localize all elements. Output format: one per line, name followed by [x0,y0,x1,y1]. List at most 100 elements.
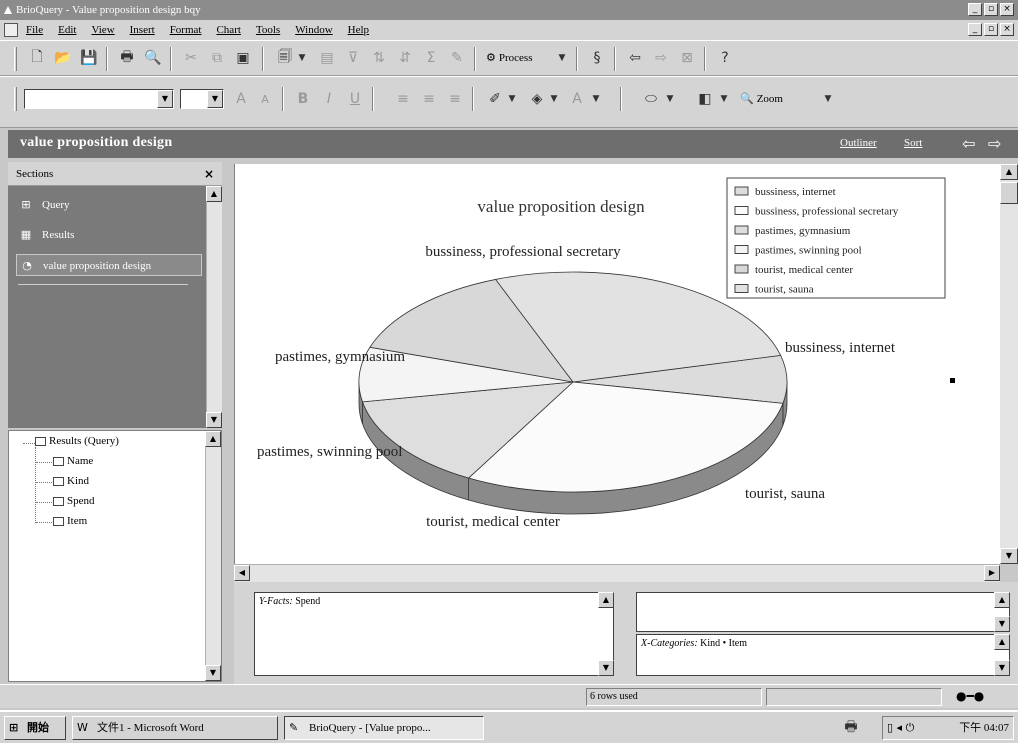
doc-minimize-button[interactable]: _ [968,23,982,36]
scroll-down-button[interactable]: ▼ [205,665,221,681]
grow-font-icon[interactable]: A [230,88,252,110]
chevron-down-icon[interactable]: ▼ [296,47,308,69]
tree-node-spend[interactable]: Spend [53,495,95,507]
outliner-link[interactable]: Outliner [840,137,877,149]
underline-icon[interactable]: U [344,88,366,110]
italic-icon[interactable]: I [318,88,340,110]
scroll-up-button[interactable]: ▲ [205,431,221,447]
filter-icon[interactable]: ⊽ [342,47,364,69]
bold-icon[interactable]: B [292,88,314,110]
process-button[interactable]: ⚙ Process [486,47,532,69]
save-icon[interactable]: 💾 [78,47,100,69]
align-center-icon[interactable]: ≡ [418,88,440,110]
print-icon[interactable]: 🖶 [116,47,138,69]
font-color-icon[interactable]: A [566,88,588,110]
sections-close-button[interactable]: × [204,162,214,186]
forward-icon[interactable]: ⇨ [650,47,672,69]
scroll-down-button[interactable]: ▼ [1000,548,1018,564]
chart-canvas[interactable]: bussiness, internet bussiness, profession… [234,164,954,564]
printer-tray-icon[interactable]: 🖶 [840,717,862,739]
scroll-up-button[interactable]: ▲ [994,634,1010,650]
menu-tools[interactable]: Tools [256,24,280,36]
menu-view[interactable]: View [91,24,114,36]
scroll-down-button[interactable]: ▼ [598,660,614,676]
chevron-down-icon[interactable]: ▼ [548,88,560,110]
scroll-left-button[interactable]: ◀ [234,565,250,581]
sum-icon[interactable]: Σ [420,47,442,69]
section-item-results[interactable]: ▦ Results [16,224,196,246]
minimize-button[interactable]: _ [968,3,982,16]
x-categories-value[interactable]: Kind • Item [700,638,747,649]
tray-icons[interactable]: ▯ ◂ ⏻ [887,717,914,739]
align-left-icon[interactable]: ≡ [392,88,414,110]
back-icon[interactable]: ⇦ [624,47,646,69]
tree-node-item[interactable]: Item [53,515,87,527]
tree-node-name[interactable]: Name [53,455,93,467]
tree-node-results[interactable]: Results (Query) [35,435,119,447]
toolbar-grip[interactable] [14,47,17,71]
scroll-up-button[interactable]: ▲ [994,592,1010,608]
font-size-select[interactable]: ▼ [180,89,224,109]
close-button[interactable]: × [1000,3,1014,16]
font-name-select[interactable]: ▼ [24,89,174,109]
chevron-down-icon[interactable]: ▼ [556,47,568,69]
tree-node-kind[interactable]: Kind [53,475,89,487]
scroll-down-button[interactable]: ▼ [994,616,1010,632]
back-arrow-icon[interactable]: ⇦ [962,134,975,153]
open-icon[interactable]: 📂 [52,47,74,69]
y-facts-value[interactable]: Spend [295,596,320,607]
fill-color-icon[interactable]: ◈ [526,88,548,110]
tree-scrollbar[interactable]: ▲ ▼ [205,431,221,681]
shrink-font-icon[interactable]: A [254,88,276,110]
document-icon[interactable] [4,23,18,37]
chart-vertical-scrollbar[interactable]: ▲ ▼ [1000,164,1018,564]
section-icon[interactable]: 🗐 [274,47,296,69]
section-item-chart[interactable]: ◔ value proposition design [16,254,202,276]
section-item-query[interactable]: ⊞ Query [16,194,196,216]
doc-restore-button[interactable]: ▫ [984,23,998,36]
scroll-up-button[interactable]: ▲ [1000,164,1018,180]
menu-edit[interactable]: Edit [58,24,76,36]
copy-icon[interactable]: ⧉ [206,47,228,69]
paste-icon[interactable]: ▣ [232,47,254,69]
chart-legend[interactable]: bussiness, internet bussiness, profession… [726,177,946,299]
doc-close-button[interactable]: × [1000,23,1014,36]
x-categories-zone[interactable]: X-Categories: Kind • Item ▲ ▼ [636,634,1010,676]
forward-arrow-icon[interactable]: ⇨ [988,134,1001,153]
chart-horizontal-scrollbar[interactable]: ◀ ▶ [234,564,1000,582]
new-icon[interactable]: 🗋 [26,47,48,69]
pencil-icon[interactable]: ✎ [446,47,468,69]
sort-link[interactable]: Sort [904,137,922,149]
y-facts-zone[interactable]: Y-Facts: Spend ▲ ▼ [254,592,614,676]
print-preview-icon[interactable]: 🔍 [142,47,164,69]
chevron-down-icon[interactable]: ▼ [718,88,730,110]
task-brioquery[interactable]: ✎ BrioQuery - [Value propo... [284,716,484,740]
layout-icon[interactable]: ◧ [694,88,716,110]
scroll-up-button[interactable]: ▲ [598,592,614,608]
stop-icon[interactable]: ⊠ [676,47,698,69]
menu-insert[interactable]: Insert [130,24,155,36]
toolbar-grip[interactable] [14,87,17,111]
chevron-down-icon[interactable]: ▼ [590,88,602,110]
menu-format[interactable]: Format [170,24,202,36]
sort-asc-icon[interactable]: ⇅ [368,47,390,69]
chevron-down-icon[interactable]: ▼ [822,88,834,110]
chevron-down-icon[interactable]: ▼ [207,90,223,108]
scroll-thumb[interactable] [1000,182,1018,204]
help-icon[interactable]: ? [714,47,736,69]
scroll-down-button[interactable]: ▼ [994,660,1010,676]
scroll-down-button[interactable]: ▼ [206,412,222,428]
border-style-icon[interactable]: ⬭ [640,88,662,110]
sections-scrollbar[interactable]: ▲ ▼ [206,186,222,428]
start-button[interactable]: ⊞ 開始 [4,716,66,740]
menu-chart[interactable]: Chart [216,24,240,36]
menu-help[interactable]: Help [348,24,369,36]
zoom-button[interactable]: 🔍 Zoom [740,88,783,110]
task-word[interactable]: W 文件1 - Microsoft Word [72,716,278,740]
resize-handle[interactable] [950,378,955,383]
chevron-down-icon[interactable]: ▼ [664,88,676,110]
chevron-down-icon[interactable]: ▼ [506,88,518,110]
table-icon[interactable]: ▤ [316,47,338,69]
sort-desc-icon[interactable]: ⇵ [394,47,416,69]
z-series-zone[interactable]: ▲ ▼ [636,592,1010,632]
